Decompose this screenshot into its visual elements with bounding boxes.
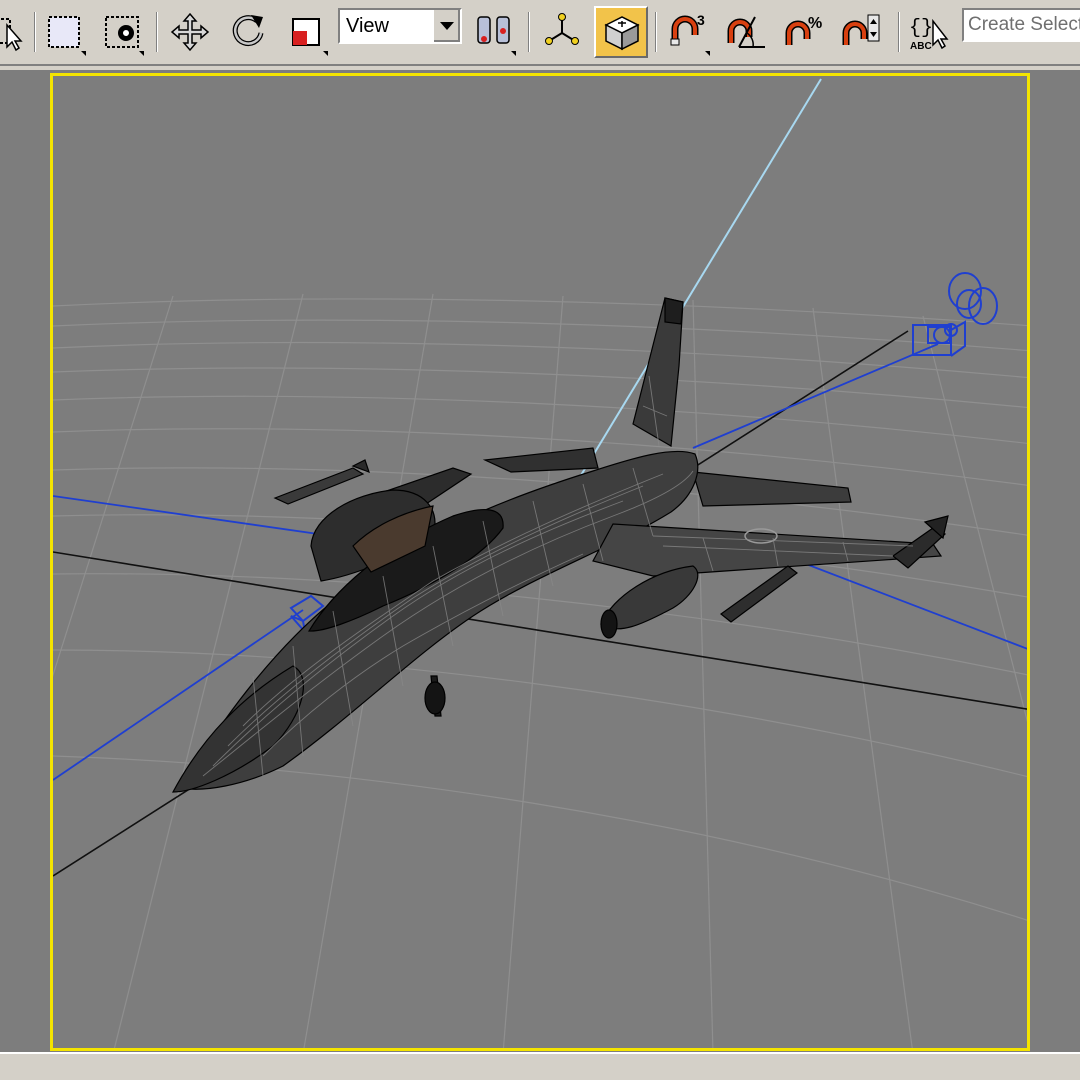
svg-text:{}: {}: [909, 17, 933, 40]
jet-fighter-mesh[interactable]: [171, 297, 949, 793]
angle-snap-icon: [727, 16, 765, 48]
select-object-icon: [0, 18, 23, 52]
select-and-scale-icon: [292, 18, 320, 46]
reference-coordinate-value: View: [346, 15, 389, 37]
select-and-rotate-button[interactable]: [224, 6, 272, 58]
rectangular-selection-icon: [48, 16, 80, 48]
status-bar: [0, 1052, 1080, 1080]
flyout-indicator: [139, 51, 144, 56]
perspective-viewport[interactable]: [50, 73, 1030, 1051]
select-and-scale-button[interactable]: [282, 6, 330, 58]
toolbar-separator: [156, 12, 158, 52]
home-grid: [53, 293, 1027, 1048]
flyout-indicator: [511, 51, 516, 56]
flyout-indicator: [81, 51, 86, 56]
spinner-snap-button[interactable]: [838, 6, 886, 58]
toolbar-separator: [655, 12, 657, 52]
percent-snap-button[interactable]: %: [780, 6, 828, 58]
select-object-button[interactable]: [0, 6, 28, 58]
reference-coordinate-dropdown[interactable]: View: [338, 8, 462, 44]
keyboard-shortcut-override-icon: [604, 16, 640, 51]
toolbar-separator: [898, 12, 900, 52]
keyboard-shortcut-override-toggle[interactable]: [594, 6, 648, 58]
use-pivot-center-icon: [477, 16, 510, 44]
select-and-link-icon: [105, 16, 139, 48]
snap-toggle-icon: 3: [670, 12, 705, 46]
named-selection-set-input[interactable]: Create Selection Set: [962, 8, 1080, 42]
use-pivot-center-button[interactable]: [470, 6, 518, 58]
flyout-indicator: [323, 51, 328, 56]
select-and-move-button[interactable]: [166, 6, 214, 58]
toolbar-separator: [34, 12, 36, 52]
select-and-rotate-icon: [232, 15, 264, 47]
window-crossing-button[interactable]: [98, 6, 146, 58]
named-selection-caption: ABC: [910, 41, 932, 52]
viewport-area: [0, 70, 1080, 1052]
percent-snap-label: %: [808, 15, 822, 32]
spinner-snap-icon: [842, 14, 880, 45]
select-and-manipulate-button[interactable]: [538, 6, 586, 58]
viewport-scene[interactable]: [53, 76, 1030, 1051]
camera-object[interactable]: [912, 272, 998, 357]
select-and-manipulate-icon: [545, 13, 579, 45]
flyout-indicator: [705, 51, 710, 56]
chevron-down-icon[interactable]: [432, 10, 460, 42]
select-and-move-icon: [170, 12, 210, 52]
toolbar-separator: [528, 12, 530, 52]
world-axis-lines: [53, 330, 1027, 877]
named-selection-set-text: Create Selection Set: [968, 14, 1080, 35]
snap-3d-label: 3: [697, 12, 705, 28]
selection-region-button[interactable]: [40, 6, 88, 58]
main-toolbar: View 3 % {} ABC Create Selec: [0, 0, 1080, 66]
edit-named-selections-button[interactable]: {} ABC: [904, 6, 952, 58]
snap-toggle-button[interactable]: 3: [664, 6, 712, 58]
angle-snap-button[interactable]: [722, 6, 770, 58]
edit-named-selections-icon: {} ABC: [909, 17, 949, 52]
3d-editor-window: View 3 % {} ABC Create Selec: [0, 0, 1080, 1080]
percent-snap-icon: %: [785, 15, 822, 45]
